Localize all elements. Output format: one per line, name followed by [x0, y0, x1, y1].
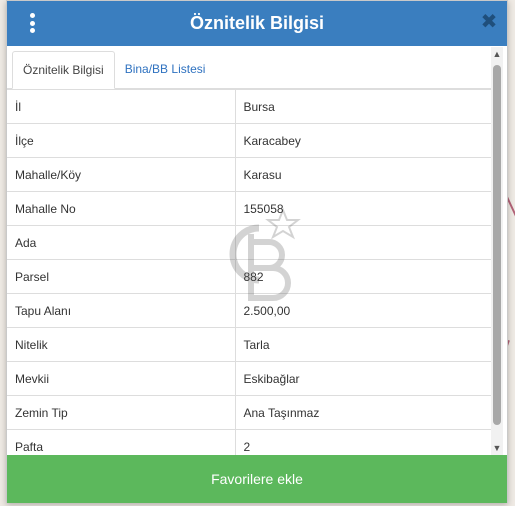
attribute-value: 882: [235, 259, 492, 294]
attribute-value: 2.500,00: [235, 293, 492, 328]
attribute-value: Karacabey: [235, 123, 492, 158]
table-row: Pafta 2: [7, 429, 492, 455]
attribute-key: Pafta: [7, 429, 236, 455]
attribute-key: İl: [7, 89, 236, 124]
attribute-value: Karasu: [235, 157, 492, 192]
tab-bar: Öznitelik Bilgisi Bina/BB Listesi: [7, 46, 492, 89]
scroll-thumb[interactable]: [493, 65, 501, 425]
table-row: İlçe Karacabey: [7, 123, 492, 158]
attribute-value: Ana Taşınmaz: [235, 395, 492, 430]
table-row: Zemin Tip Ana Taşınmaz: [7, 395, 492, 430]
dialog-header: Öznitelik Bilgisi ✖: [7, 1, 507, 46]
tab-building-list[interactable]: Bina/BB Listesi: [115, 51, 216, 89]
attribute-key: Tapu Alanı: [7, 293, 236, 328]
attribute-value: Eskibağlar: [235, 361, 492, 396]
table-row: İl Bursa: [7, 89, 492, 124]
attribute-key: Mahalle/Köy: [7, 157, 236, 192]
add-to-favorites-button[interactable]: Favorilere ekle: [7, 455, 507, 503]
table-row: Mahalle No 155058: [7, 191, 492, 226]
table-row: Tapu Alanı 2.500,00: [7, 293, 492, 328]
dialog-title: Öznitelik Bilgisi: [189, 13, 325, 33]
vertical-dots-icon[interactable]: [25, 13, 39, 33]
attribute-key: Mevkii: [7, 361, 236, 396]
attribute-table-container[interactable]: İl Bursa İlçe Karacabey Mahalle/Köy Kara…: [7, 89, 492, 455]
attribute-value: 155058: [235, 191, 492, 226]
table-row: Nitelik Tarla: [7, 327, 492, 362]
attribute-key: İlçe: [7, 123, 236, 158]
attribute-key: Nitelik: [7, 327, 236, 362]
attribute-key: Zemin Tip: [7, 395, 236, 430]
table-row: Ada: [7, 225, 492, 260]
attribute-value: [235, 225, 492, 260]
attribute-value: 2: [235, 429, 492, 455]
vertical-scrollbar[interactable]: ▲ ▼: [491, 47, 503, 455]
scroll-up-icon[interactable]: ▲: [491, 47, 503, 61]
table-row: Parsel 882: [7, 259, 492, 294]
attribute-table: İl Bursa İlçe Karacabey Mahalle/Köy Kara…: [7, 89, 492, 455]
table-row: Mevkii Eskibağlar: [7, 361, 492, 396]
table-row: Mahalle/Köy Karasu: [7, 157, 492, 192]
attribute-key: Ada: [7, 225, 236, 260]
attribute-key: Parsel: [7, 259, 236, 294]
close-icon[interactable]: ✖: [479, 11, 499, 33]
attribute-info-dialog: Öznitelik Bilgisi ✖ Öznitelik Bilgisi Bi…: [6, 0, 508, 503]
attribute-value: Bursa: [235, 89, 492, 124]
tab-attribute-info[interactable]: Öznitelik Bilgisi: [12, 51, 115, 89]
attribute-key: Mahalle No: [7, 191, 236, 226]
attribute-value: Tarla: [235, 327, 492, 362]
scroll-down-icon[interactable]: ▼: [491, 441, 503, 455]
